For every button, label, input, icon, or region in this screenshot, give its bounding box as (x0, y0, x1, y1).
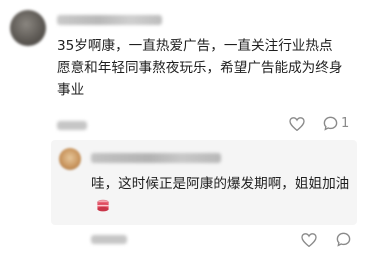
cake-emoji-icon (96, 197, 110, 212)
reply-avatar[interactable] (59, 148, 81, 170)
username-blurred[interactable] (57, 15, 162, 25)
comment-timestamp-blurred (57, 121, 87, 130)
avatar[interactable] (10, 10, 46, 46)
like-button[interactable] (289, 117, 305, 131)
reply-username-blurred[interactable] (91, 153, 221, 163)
heart-outline-icon (289, 117, 305, 131)
comment-bubble-icon (323, 116, 338, 131)
reply-button[interactable]: 1 (323, 116, 349, 131)
reply-timestamp-blurred (91, 235, 127, 244)
reply-reply-button[interactable] (336, 232, 351, 247)
reply-like-button[interactable] (301, 233, 317, 247)
comment-bubble-icon (336, 232, 351, 247)
comment-text: 35岁啊康，一直热爱广告，一直关注行业热点 愿意和年轻同事熬夜玩乐，希望广告能成… (57, 38, 343, 98)
reply-count: 1 (341, 116, 350, 131)
reply-text: 哇，这时候正是阿康的爆发期啊，姐姐加油 (91, 173, 353, 217)
heart-outline-icon (301, 233, 317, 247)
